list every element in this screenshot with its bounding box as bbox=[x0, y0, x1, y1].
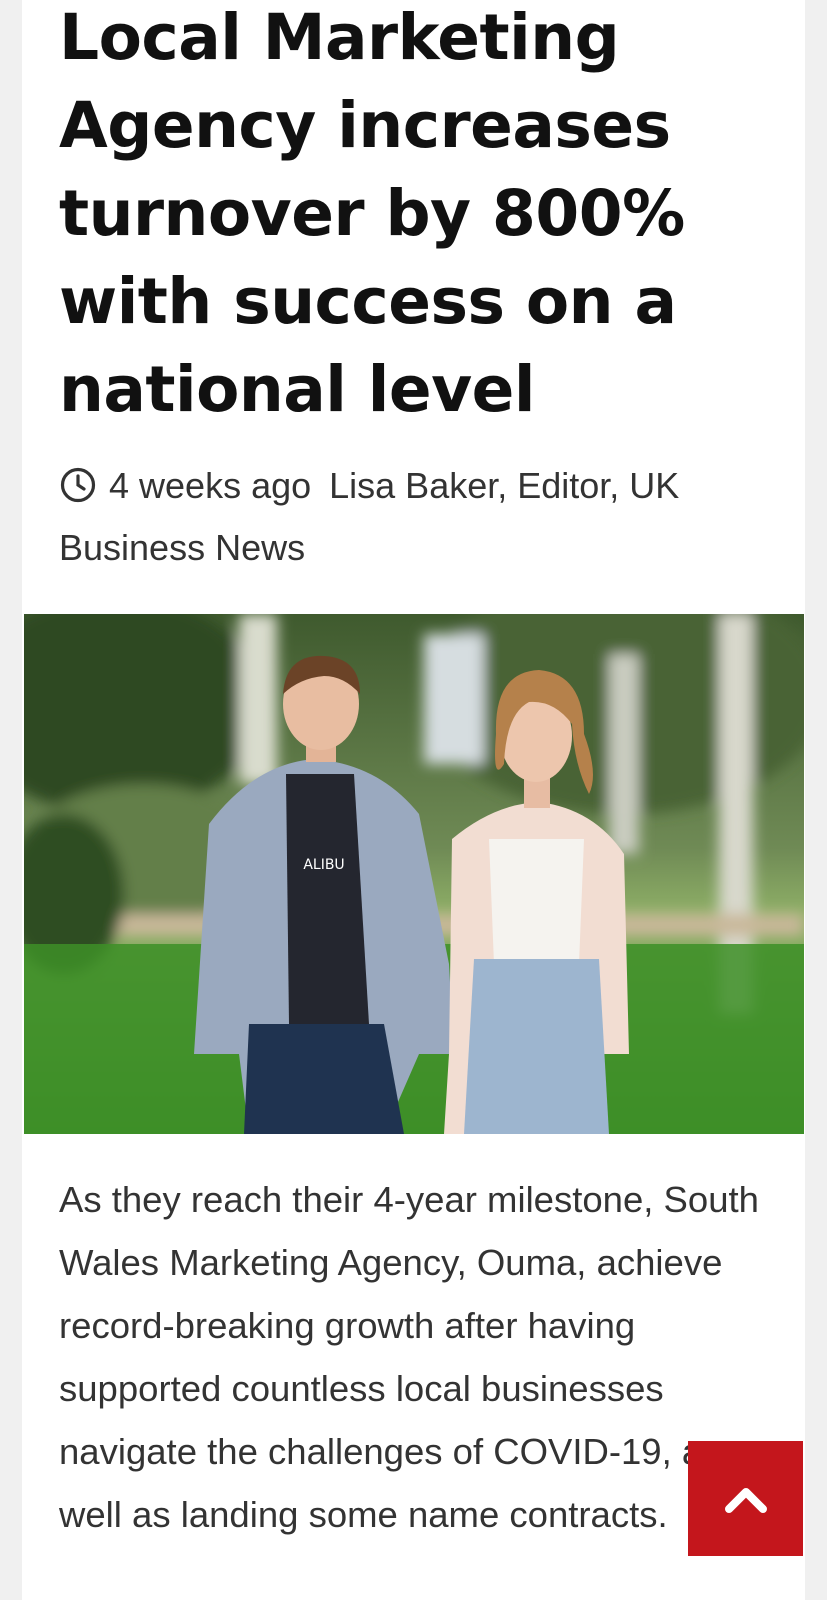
article-lead-paragraph: As they reach their 4-year milestone, So… bbox=[59, 1179, 759, 1535]
back-to-top-button[interactable] bbox=[688, 1441, 803, 1556]
article-page: Local Marketing Agency increases turnove… bbox=[22, 0, 805, 1600]
chevron-up-icon bbox=[724, 1487, 767, 1513]
shirt-text: ALIBU bbox=[303, 857, 344, 873]
post-date: 4 weeks ago bbox=[109, 465, 312, 506]
article-headline: Local Marketing Agency increases turnove… bbox=[59, 1, 685, 426]
clock-icon bbox=[59, 461, 97, 503]
article-meta: 4 weeks ago Lisa Baker, Editor, UK Busine… bbox=[59, 455, 779, 579]
article-photo: ALIBU bbox=[24, 614, 804, 1134]
